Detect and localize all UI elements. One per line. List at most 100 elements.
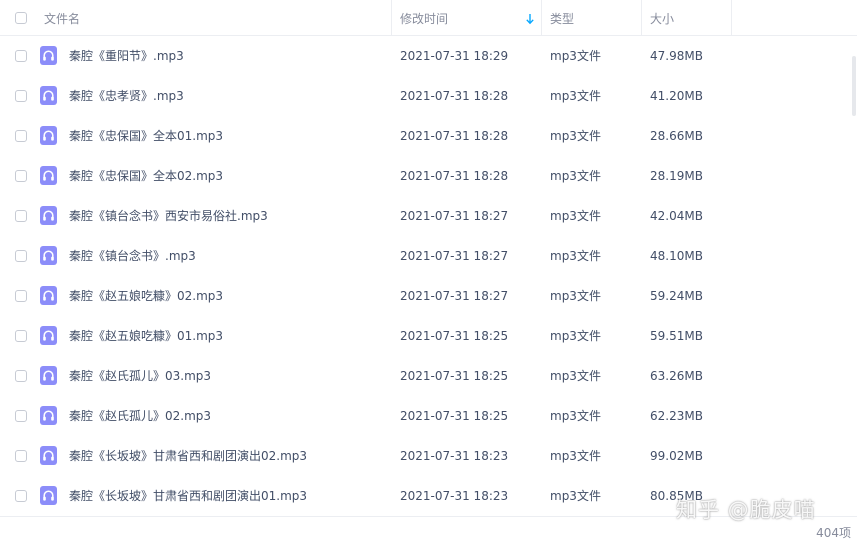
row-checkbox[interactable]	[15, 370, 27, 382]
row-checkbox[interactable]	[15, 330, 27, 342]
file-modified-time: 2021-07-31 18:23	[400, 489, 509, 503]
file-type: mp3文件	[550, 289, 601, 303]
file-row[interactable]: 秦腔《赵氏孤儿》02.mp3 2021-07-31 18:25 mp3文件 62…	[0, 396, 857, 436]
audio-file-icon	[40, 486, 57, 505]
row-checkbox[interactable]	[15, 210, 27, 222]
file-modified-time: 2021-07-31 18:25	[400, 409, 509, 423]
audio-file-icon	[40, 126, 57, 145]
file-name[interactable]: 秦腔《赵氏孤儿》03.mp3	[69, 356, 211, 396]
select-all-checkbox[interactable]	[15, 12, 27, 24]
file-modified-time: 2021-07-31 18:28	[400, 129, 509, 143]
file-modified-time: 2021-07-31 18:27	[400, 289, 509, 303]
file-row[interactable]: 秦腔《赵五娘吃糠》02.mp3 2021-07-31 18:27 mp3文件 5…	[0, 276, 857, 316]
file-name[interactable]: 秦腔《忠孝贤》.mp3	[69, 76, 184, 116]
list-header: 文件名 修改时间 类型 大小	[0, 0, 857, 36]
file-modified-time: 2021-07-31 18:25	[400, 369, 509, 383]
file-size: 48.10MB	[650, 249, 703, 263]
row-checkbox[interactable]	[15, 490, 27, 502]
file-row[interactable]: 秦腔《镇台念书》.mp3 2021-07-31 18:27 mp3文件 48.1…	[0, 236, 857, 276]
file-name[interactable]: 秦腔《长坂坡》甘肃省西和剧团演出02.mp3	[69, 436, 307, 476]
column-header-size[interactable]: 大小	[642, 0, 732, 35]
scrollbar-thumb[interactable]	[852, 56, 856, 116]
row-checkbox[interactable]	[15, 90, 27, 102]
file-size: 59.51MB	[650, 329, 703, 343]
file-name[interactable]: 秦腔《忠保国》全本01.mp3	[69, 116, 223, 156]
file-row[interactable]: 秦腔《赵氏孤儿》03.mp3 2021-07-31 18:25 mp3文件 63…	[0, 356, 857, 396]
file-row[interactable]: 秦腔《忠孝贤》.mp3 2021-07-31 18:28 mp3文件 41.20…	[0, 76, 857, 116]
column-header-size-label: 大小	[650, 12, 675, 26]
file-type: mp3文件	[550, 169, 601, 183]
file-size: 99.02MB	[650, 449, 703, 463]
audio-file-icon	[40, 86, 57, 105]
audio-file-icon	[40, 446, 57, 465]
file-size: 41.20MB	[650, 89, 703, 103]
file-name[interactable]: 秦腔《镇台念书》.mp3	[69, 236, 196, 276]
audio-file-icon	[40, 406, 57, 425]
file-size: 63.26MB	[650, 369, 703, 383]
file-name[interactable]: 秦腔《忠保国》全本02.mp3	[69, 156, 223, 196]
file-modified-time: 2021-07-31 18:23	[400, 449, 509, 463]
file-type: mp3文件	[550, 369, 601, 383]
audio-file-icon	[40, 46, 57, 65]
file-name[interactable]: 秦腔《赵氏孤儿》02.mp3	[69, 396, 211, 436]
column-header-type-label: 类型	[550, 12, 575, 26]
vertical-scrollbar[interactable]	[851, 36, 857, 516]
file-type: mp3文件	[550, 449, 601, 463]
item-count: 404项	[816, 526, 851, 540]
audio-file-icon	[40, 166, 57, 185]
file-list: 秦腔《重阳节》.mp3 2021-07-31 18:29 mp3文件 47.98…	[0, 36, 857, 516]
file-name[interactable]: 秦腔《赵五娘吃糠》01.mp3	[69, 316, 223, 356]
file-type: mp3文件	[550, 329, 601, 343]
file-size: 47.98MB	[650, 49, 703, 63]
file-type: mp3文件	[550, 249, 601, 263]
file-modified-time: 2021-07-31 18:28	[400, 89, 509, 103]
audio-file-icon	[40, 326, 57, 345]
row-checkbox[interactable]	[15, 170, 27, 182]
audio-file-icon	[40, 366, 57, 385]
row-checkbox[interactable]	[15, 130, 27, 142]
file-row[interactable]: 秦腔《长坂坡》甘肃省西和剧团演出02.mp3 2021-07-31 18:23 …	[0, 436, 857, 476]
row-checkbox[interactable]	[15, 250, 27, 262]
file-row[interactable]: 秦腔《忠保国》全本02.mp3 2021-07-31 18:28 mp3文件 2…	[0, 156, 857, 196]
file-name[interactable]: 秦腔《长坂坡》甘肃省西和剧团演出01.mp3	[69, 476, 307, 516]
column-header-name-label: 文件名	[44, 12, 81, 26]
file-type: mp3文件	[550, 409, 601, 423]
column-header-name[interactable]: 文件名	[36, 0, 392, 35]
file-modified-time: 2021-07-31 18:29	[400, 49, 509, 63]
row-checkbox[interactable]	[15, 50, 27, 62]
file-size: 28.66MB	[650, 129, 703, 143]
file-type: mp3文件	[550, 209, 601, 223]
file-size: 42.04MB	[650, 209, 703, 223]
file-row[interactable]: 秦腔《镇台念书》西安市易俗社.mp3 2021-07-31 18:27 mp3文…	[0, 196, 857, 236]
row-checkbox[interactable]	[15, 290, 27, 302]
file-type: mp3文件	[550, 89, 601, 103]
sort-down-arrow-icon	[526, 14, 534, 25]
file-type: mp3文件	[550, 489, 601, 503]
watermark: 知乎 @脆皮喵	[676, 498, 816, 522]
file-size: 62.23MB	[650, 409, 703, 423]
file-row[interactable]: 秦腔《重阳节》.mp3 2021-07-31 18:29 mp3文件 47.98…	[0, 36, 857, 76]
column-header-type[interactable]: 类型	[542, 0, 642, 35]
audio-file-icon	[40, 206, 57, 225]
column-header-modified-time[interactable]: 修改时间	[392, 0, 542, 35]
file-modified-time: 2021-07-31 18:27	[400, 249, 509, 263]
column-header-time-label: 修改时间	[400, 12, 449, 26]
file-row[interactable]: 秦腔《赵五娘吃糠》01.mp3 2021-07-31 18:25 mp3文件 5…	[0, 316, 857, 356]
file-name[interactable]: 秦腔《镇台念书》西安市易俗社.mp3	[69, 196, 268, 236]
file-modified-time: 2021-07-31 18:25	[400, 329, 509, 343]
file-size: 28.19MB	[650, 169, 703, 183]
file-row[interactable]: 秦腔《忠保国》全本01.mp3 2021-07-31 18:28 mp3文件 2…	[0, 116, 857, 156]
file-type: mp3文件	[550, 129, 601, 143]
file-modified-time: 2021-07-31 18:28	[400, 169, 509, 183]
row-checkbox[interactable]	[15, 410, 27, 422]
file-name[interactable]: 秦腔《重阳节》.mp3	[69, 36, 184, 76]
file-size: 59.24MB	[650, 289, 703, 303]
file-type: mp3文件	[550, 49, 601, 63]
audio-file-icon	[40, 246, 57, 265]
file-name[interactable]: 秦腔《赵五娘吃糠》02.mp3	[69, 276, 223, 316]
header-select-all-cell	[0, 0, 36, 35]
row-checkbox[interactable]	[15, 450, 27, 462]
file-list-window: 文件名 修改时间 类型 大小 秦腔《重阳节》.mp3 2021-07-31 18…	[0, 0, 857, 542]
audio-file-icon	[40, 286, 57, 305]
file-modified-time: 2021-07-31 18:27	[400, 209, 509, 223]
